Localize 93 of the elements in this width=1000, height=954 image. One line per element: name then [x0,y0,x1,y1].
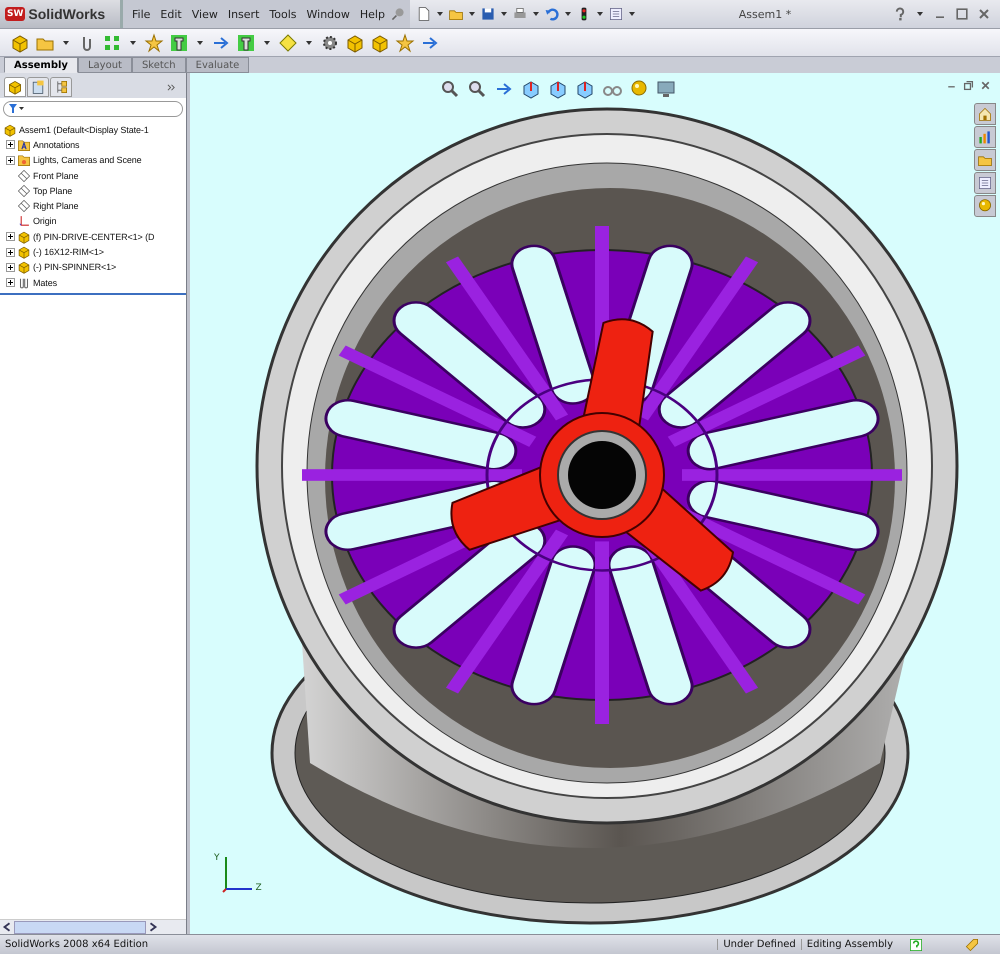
close-icon[interactable] [979,79,992,92]
task-pane-tab[interactable] [974,126,996,148]
chevron-icon[interactable] [167,82,176,92]
caret-icon[interactable] [264,40,270,44]
plane-icon [17,168,31,183]
save-icon[interactable] [480,6,496,22]
restore-icon[interactable] [962,79,975,92]
caret-icon[interactable] [468,12,475,16]
part-icon [17,260,31,274]
zoom-fit-icon[interactable] [440,79,460,99]
expand-icon[interactable] [6,232,15,242]
tree-item[interactable]: Origin [33,216,56,226]
plane-icon [17,199,31,214]
caret-icon[interactable] [197,40,203,44]
panel-tab[interactable] [50,77,72,97]
tree-item[interactable]: Assem1 (Default<Display State-1 [19,124,149,135]
expand-icon[interactable] [6,140,15,150]
status-text: Editing Assembly [800,939,898,950]
menu-item[interactable]: Edit [155,8,187,20]
tree-item[interactable]: Lights, Cameras and Scene [33,155,142,166]
panel-tab[interactable] [4,77,26,97]
expand-icon[interactable] [6,248,15,257]
horizontal-scrollbar[interactable] [0,919,186,934]
assembly-icon [7,79,23,95]
section-icon[interactable] [521,79,541,99]
command-tab[interactable]: Assembly [4,57,78,73]
status-text: Under Defined [717,939,801,950]
menu-item[interactable]: Insert [222,8,264,20]
task-pane-tab[interactable] [974,172,996,194]
part-icon [17,230,31,244]
zoom-area-icon[interactable] [467,79,487,99]
bar-chart-icon [977,129,993,145]
assembly-icon [3,122,17,137]
filter-icon [9,104,25,114]
menu-item[interactable]: Tools [264,8,302,20]
tree-item[interactable]: Front Plane [33,170,78,181]
part-icon [17,245,31,260]
tree-item[interactable]: (-) 16X12-RIM<1> [33,247,104,258]
command-tab[interactable]: Evaluate [186,57,250,73]
caret-icon[interactable] [917,12,923,16]
tree-item[interactable]: Annotations [33,140,80,150]
annotation-folder-icon [17,138,31,152]
undo-icon[interactable] [544,6,560,22]
origin-icon [17,214,31,228]
menu-item[interactable]: Window [302,8,355,20]
filter-field[interactable] [3,101,183,117]
command-tab[interactable]: Layout [78,57,132,73]
maximize-icon[interactable] [954,6,970,22]
pushpin-icon[interactable] [390,6,406,22]
expand-icon[interactable] [6,156,15,165]
caret-icon[interactable] [436,12,443,16]
document-title: Assem1 * [738,8,792,20]
tree-item[interactable]: (f) PIN-DRIVE-CENTER<1> (D [33,232,154,242]
caret-icon[interactable] [596,12,603,16]
tree-item[interactable]: Right Plane [33,201,78,212]
tree-item[interactable]: Mates [33,278,58,288]
app-name: SolidWorks [28,6,106,22]
diamond-icon[interactable] [278,32,298,52]
caret-icon[interactable] [628,12,635,16]
task-pane-tab[interactable] [974,195,996,217]
box-icon[interactable] [10,32,30,52]
tree-item[interactable]: Top Plane [33,186,72,196]
tag-icon[interactable] [964,936,980,952]
caret-icon[interactable] [306,40,312,44]
status-text: SolidWorks 2008 x64 Edition [4,939,148,950]
house-icon [977,106,993,122]
menu-item[interactable]: Help [354,8,390,20]
caret-icon[interactable] [500,12,507,16]
list-icon [977,175,993,191]
checklist-icon[interactable] [608,6,624,22]
axis-label: Y [214,853,220,863]
property-sheet-icon [30,79,46,95]
lights-folder-icon [17,153,31,168]
task-pane-tab[interactable] [974,103,996,125]
logo-mark: SW [5,7,26,21]
axis-label: Z [256,883,262,893]
caret-icon[interactable] [63,40,69,44]
help-icon[interactable] [908,936,924,952]
menu-item[interactable]: File [127,8,156,20]
sphere-icon [977,198,993,214]
task-pane-tab[interactable] [974,149,996,171]
expand-icon[interactable] [6,262,15,272]
caret-icon[interactable] [564,12,571,16]
tree-item[interactable]: (-) PIN-SPINNER<1> [33,262,116,272]
monitor-icon[interactable] [656,79,676,99]
command-tab[interactable]: Sketch [132,57,186,73]
caret-icon[interactable] [130,40,136,44]
scroll-thumb[interactable] [14,920,146,934]
menu-item[interactable]: View [186,8,223,20]
panel-tab[interactable] [27,77,49,97]
caret-icon[interactable] [532,12,539,16]
plane-icon [17,184,31,198]
expand-icon[interactable] [6,278,15,288]
